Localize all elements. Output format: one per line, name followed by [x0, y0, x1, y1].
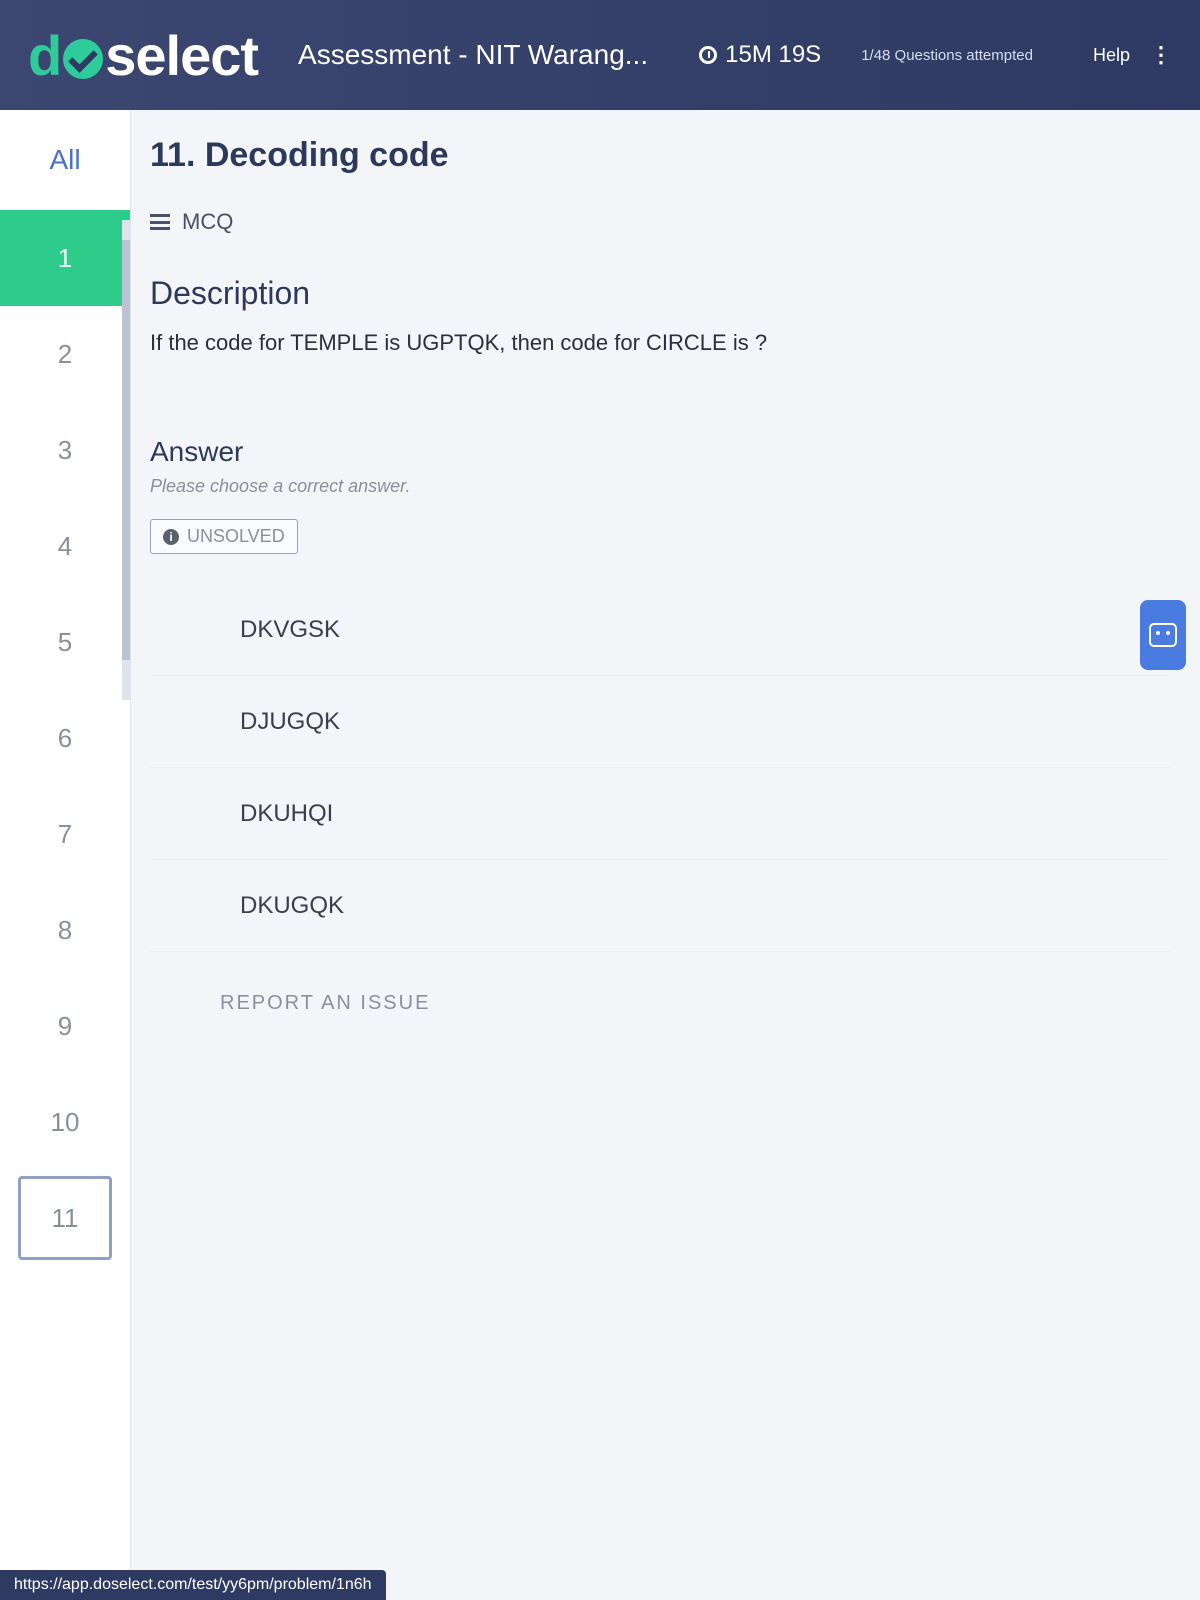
question-panel: 11. Decoding code MCQ Description If the… [150, 110, 1170, 1600]
sidebar-question-3[interactable]: 3 [0, 402, 130, 498]
questions-attempted: 1/48 Questions attempted [861, 46, 1033, 64]
chatbot-button[interactable] [1140, 600, 1186, 670]
status-bar-url: https://app.doselect.com/test/yy6pm/prob… [0, 1570, 386, 1600]
logo-suffix: select [105, 23, 259, 87]
sidebar-question-6[interactable]: 6 [0, 690, 130, 786]
question-type: MCQ [150, 209, 1170, 235]
answer-option-1[interactable]: DKVGSK [150, 584, 1170, 676]
sidebar-question-8[interactable]: 8 [0, 882, 130, 978]
answer-heading: Answer [150, 436, 244, 467]
description-text: If the code for TEMPLE is UGPTQK, then c… [150, 330, 768, 355]
description-heading: Description [150, 275, 311, 311]
question-sidebar: All 1 2 3 4 5 6 7 8 9 10 11 [0, 110, 131, 1600]
sidebar-scrollbar[interactable] [122, 220, 130, 700]
sidebar-question-7[interactable]: 7 [0, 786, 130, 882]
answer-option-2[interactable]: DJUGQK [150, 676, 1170, 768]
info-icon: i [163, 528, 179, 545]
app-window: d select Assessment - NIT Warang... 15M … [0, 0, 1200, 1600]
robot-icon [1149, 623, 1177, 647]
question-title: 11. Decoding code [150, 136, 449, 174]
logo-prefix: d [28, 23, 62, 87]
report-issue-link[interactable]: REPORT AN ISSUE [150, 992, 1170, 1015]
question-type-label: MCQ [182, 209, 234, 234]
answer-options: DKVGSK DJUGQK DKUHQI DKUGQK [150, 584, 1170, 952]
check-icon [63, 39, 104, 79]
sidebar-question-11[interactable]: 11 [18, 1176, 112, 1260]
timer: 15M 19S [699, 41, 821, 69]
status-badge: i UNSOLVED [150, 519, 298, 554]
sidebar-all-filter[interactable]: All [0, 110, 130, 210]
status-label: UNSOLVED [187, 526, 285, 546]
sidebar-question-10[interactable]: 10 [0, 1074, 130, 1170]
list-icon [150, 214, 170, 230]
answer-option-4[interactable]: DKUGQK [150, 860, 1170, 952]
answer-option-3[interactable]: DKUHQI [150, 768, 1170, 860]
clock-icon [699, 46, 718, 64]
sidebar-question-9[interactable]: 9 [0, 978, 130, 1074]
doselect-logo[interactable]: d select [28, 23, 259, 88]
answer-hint: Please choose a correct answer. [150, 476, 411, 496]
sidebar-question-1[interactable]: 1 [0, 210, 130, 306]
sidebar-question-5[interactable]: 5 [0, 594, 130, 690]
timer-value: 15M 19S [725, 41, 822, 68]
sidebar-scroll-thumb[interactable] [122, 240, 130, 660]
top-header: d select Assessment - NIT Warang... 15M … [0, 0, 1200, 110]
assessment-title: Assessment - NIT Warang... [298, 39, 649, 70]
more-menu-icon[interactable]: ⋮ [1150, 42, 1172, 68]
sidebar-question-4[interactable]: 4 [0, 498, 130, 594]
help-link[interactable]: Help [1093, 45, 1130, 66]
sidebar-question-2[interactable]: 2 [0, 306, 130, 402]
